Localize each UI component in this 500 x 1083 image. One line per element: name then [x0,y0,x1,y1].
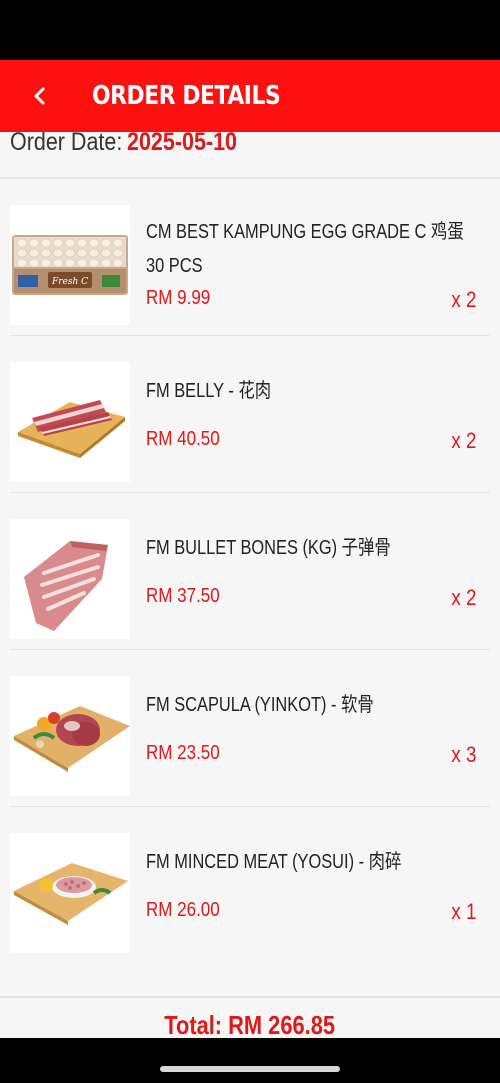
order-item-list: Fresh C CM BEST KAMPUNG EGG GRADE C 鸡蛋 3… [0,179,500,963]
product-image-scapula [10,676,130,796]
chevron-left-icon [34,87,45,105]
list-item[interactable]: FM BELLY - 花肉 RM 40.50 x 2 [10,336,490,493]
order-date-value: 2025-05-10 [126,128,237,156]
item-price: RM 40.50 [146,428,220,450]
status-bar [0,0,500,60]
order-total: Total: RM 266.85 [164,1010,336,1040]
item-name: FM BELLY - 花肉 [146,380,272,402]
system-navigation-bar [0,1038,500,1083]
item-name: FM SCAPULA (YINKOT) - 软骨 [146,694,374,716]
item-quantity: x 2 [451,585,476,610]
home-indicator[interactable] [160,1066,340,1072]
list-item[interactable]: FM MINCED MEAT (YOSUI) - 肉碎 RM 26.00 x 1 [10,807,490,963]
app-header: ORDER DETAILS [0,60,500,132]
item-price: RM 37.50 [146,585,220,607]
product-image-minced-meat [10,833,130,953]
item-price: RM 23.50 [146,742,220,764]
item-price: RM 9.99 [146,287,211,309]
order-date-label: Order Date: [10,128,123,156]
list-item[interactable]: FM BULLET BONES (KG) 子弹骨 RM 37.50 x 2 [10,493,490,650]
item-name: FM BULLET BONES (KG) 子弹骨 [146,537,391,559]
product-image-eggs: Fresh C [10,205,130,325]
item-name: FM MINCED MEAT (YOSUI) - 肉碎 [146,851,402,873]
item-quantity: x 1 [451,899,476,924]
item-quantity: x 3 [451,742,476,767]
list-item[interactable]: FM SCAPULA (YINKOT) - 软骨 RM 23.50 x 3 [10,650,490,807]
item-quantity: x 2 [451,287,476,312]
page-title: ORDER DETAILS [92,81,281,111]
egg-package-label: Fresh C [51,277,88,287]
item-name: CM BEST KAMPUNG EGG GRADE C 鸡蛋 30 PCS [146,221,464,277]
item-price: RM 26.00 [146,899,220,921]
back-button[interactable] [10,60,70,132]
divider [0,996,500,998]
order-date: Order Date: 2025-05-10 [10,128,255,164]
item-quantity: x 2 [451,428,476,453]
list-item[interactable]: Fresh C CM BEST KAMPUNG EGG GRADE C 鸡蛋 3… [10,179,490,336]
product-image-bullet-bones [10,519,130,639]
product-image-belly [10,362,130,482]
